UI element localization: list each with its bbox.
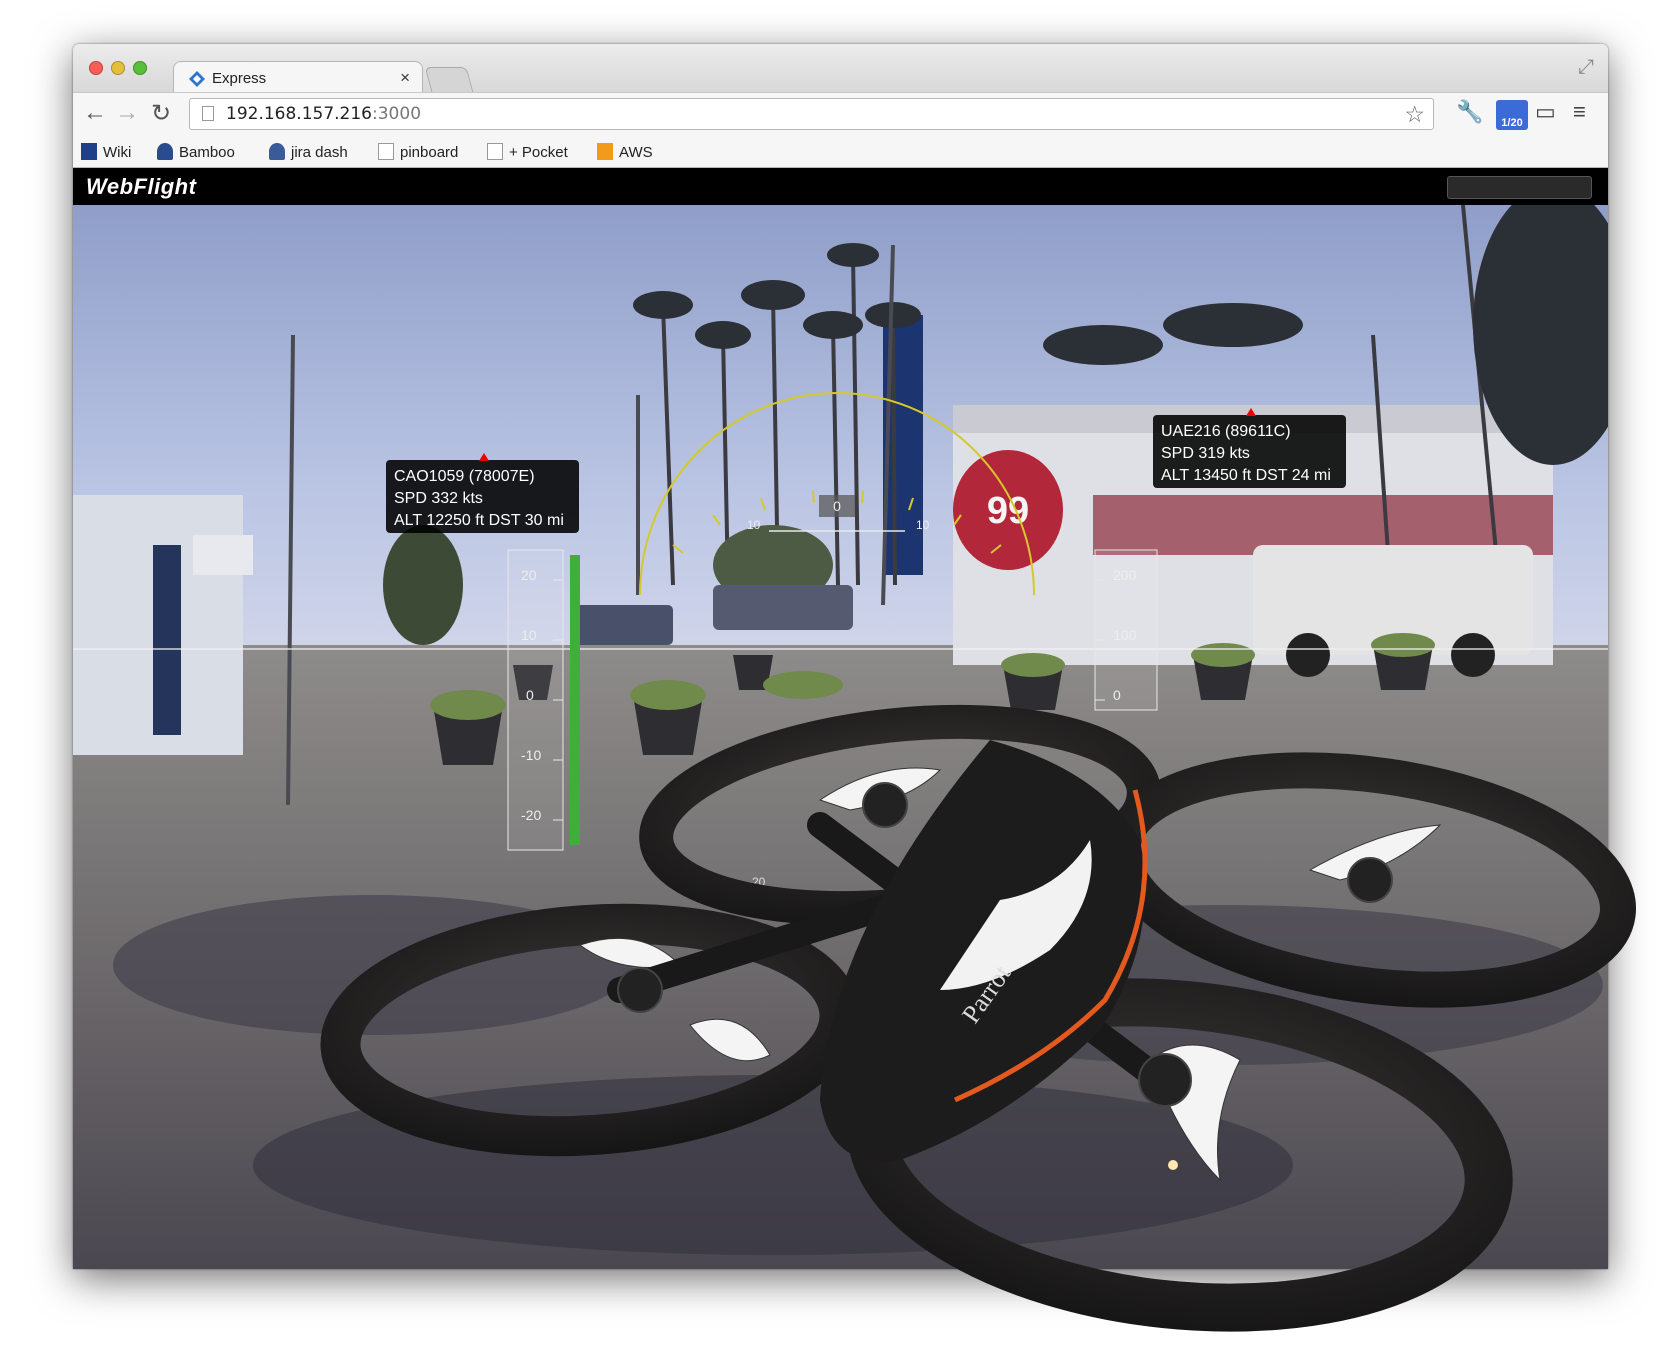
express-favicon-icon: [189, 71, 205, 87]
back-arrow-icon[interactable]: ←: [83, 99, 107, 127]
jira-icon: [269, 143, 285, 160]
bookmark-star-icon[interactable]: ☆: [1404, 101, 1425, 128]
page-icon: [202, 106, 214, 121]
aircraft-altitude-distance: ALT 13450 ft DST 24 mi: [1161, 467, 1331, 484]
tab-close-icon[interactable]: ×: [400, 68, 410, 88]
altitude-label: 100: [1113, 627, 1137, 643]
arc-right-label: 10: [916, 518, 930, 532]
aircraft-direction-marker: [479, 453, 489, 461]
tab-title: Express: [212, 70, 267, 87]
bookmark-label: AWS: [619, 144, 653, 161]
pitch-label: 10: [521, 627, 537, 643]
aircraft-speed: SPD 319 kts: [1161, 445, 1250, 462]
aws-cube-icon: [597, 143, 613, 160]
bookmark-pinboard[interactable]: pinboard: [378, 143, 458, 161]
pitch-label: 0: [526, 687, 534, 703]
pitch-label: -20: [521, 807, 542, 823]
bookmark-label: + Pocket: [509, 144, 568, 161]
menu-icon[interactable]: ≡: [1573, 99, 1586, 125]
fullscreen-icon[interactable]: ⤢: [1578, 56, 1594, 79]
bookmark-label: Bamboo: [179, 144, 235, 161]
pitch-label: -10: [521, 747, 542, 763]
bookmark-wiki[interactable]: Wiki: [81, 143, 131, 161]
url-host: 192.168.157.216: [226, 104, 373, 124]
bookmark-aws[interactable]: AWS: [597, 143, 653, 161]
aircraft-altitude-distance: ALT 12250 ft DST 30 mi: [394, 512, 564, 529]
ladder-label: -20: [748, 875, 766, 889]
aircraft-callout[interactable]: UAE216 (89611C) SPD 319 kts ALT 13450 ft…: [1153, 408, 1346, 488]
ladder-label: -10: [748, 755, 766, 769]
bookmark-label: Wiki: [103, 144, 132, 161]
bookmark-bamboo[interactable]: Bamboo: [157, 143, 235, 161]
app-header: WebFlight: [73, 168, 1608, 205]
altitude-label: 200: [1113, 567, 1137, 583]
bookmarks-bar: Wiki Bamboo jira dash pinboard + Pocket …: [73, 136, 1608, 168]
zoom-window-button[interactable]: [133, 61, 147, 75]
altitude-label: 0: [1113, 687, 1121, 703]
minimize-window-button[interactable]: [111, 61, 125, 75]
bamboo-icon: [157, 143, 173, 160]
bookmark-label: pinboard: [400, 144, 459, 161]
address-bar[interactable]: 192.168.157.216:3000 ☆: [189, 98, 1434, 130]
aircraft-callout[interactable]: CAO1059 (78007E) SPD 332 kts ALT 12250 f…: [386, 453, 579, 533]
tab-express[interactable]: Express ×: [173, 61, 423, 94]
extension-badge-count: 1/20: [1501, 117, 1523, 129]
page-icon: [378, 143, 394, 160]
bookmark-label: jira dash: [291, 144, 348, 161]
browser-toolbar: ← → ↻ 192.168.157.216:3000 ☆ 🔧 1/20 ▭ ≡: [73, 92, 1608, 137]
aircraft-direction-marker: [1246, 408, 1256, 416]
reload-icon[interactable]: ↻: [151, 99, 171, 128]
new-tab-button[interactable]: [424, 67, 474, 92]
url-port: :3000: [372, 104, 422, 124]
header-button[interactable]: [1447, 176, 1592, 199]
forward-arrow-icon[interactable]: →: [115, 99, 139, 127]
browser-window: Express × ⤢ ← → ↻ 192.168.157.216:3000 ☆…: [73, 44, 1608, 1269]
bookmark-pocket[interactable]: + Pocket: [487, 143, 568, 161]
wrench-icon[interactable]: 🔧: [1456, 99, 1483, 125]
camera-scene: 99: [73, 205, 1608, 1269]
close-window-button[interactable]: [89, 61, 103, 75]
bookmark-jira-dash[interactable]: jira dash: [269, 143, 348, 161]
title-bar: Express × ⤢: [73, 44, 1608, 94]
cast-icon[interactable]: ▭: [1535, 99, 1556, 125]
arc-left-label: 10: [747, 518, 761, 532]
video-feed: 99 20 10 0 -10 -20 200 100 0 0 10 10 -10…: [73, 205, 1608, 1269]
aircraft-callsign: CAO1059 (78007E): [394, 468, 535, 485]
aircraft-speed: SPD 332 kts: [394, 490, 483, 507]
url-text: 192.168.157.216:3000: [226, 104, 421, 124]
heading-readout-box: 0: [819, 495, 855, 517]
hourglass-icon: [81, 143, 97, 160]
pitch-label: 20: [521, 567, 537, 583]
page-icon: [487, 143, 503, 160]
app-logo: WebFlight: [86, 174, 197, 199]
heading-readout: 0: [833, 498, 841, 514]
aircraft-callsign: UAE216 (89611C): [1161, 423, 1291, 440]
extension-calendar-icon[interactable]: 1/20: [1496, 100, 1528, 130]
